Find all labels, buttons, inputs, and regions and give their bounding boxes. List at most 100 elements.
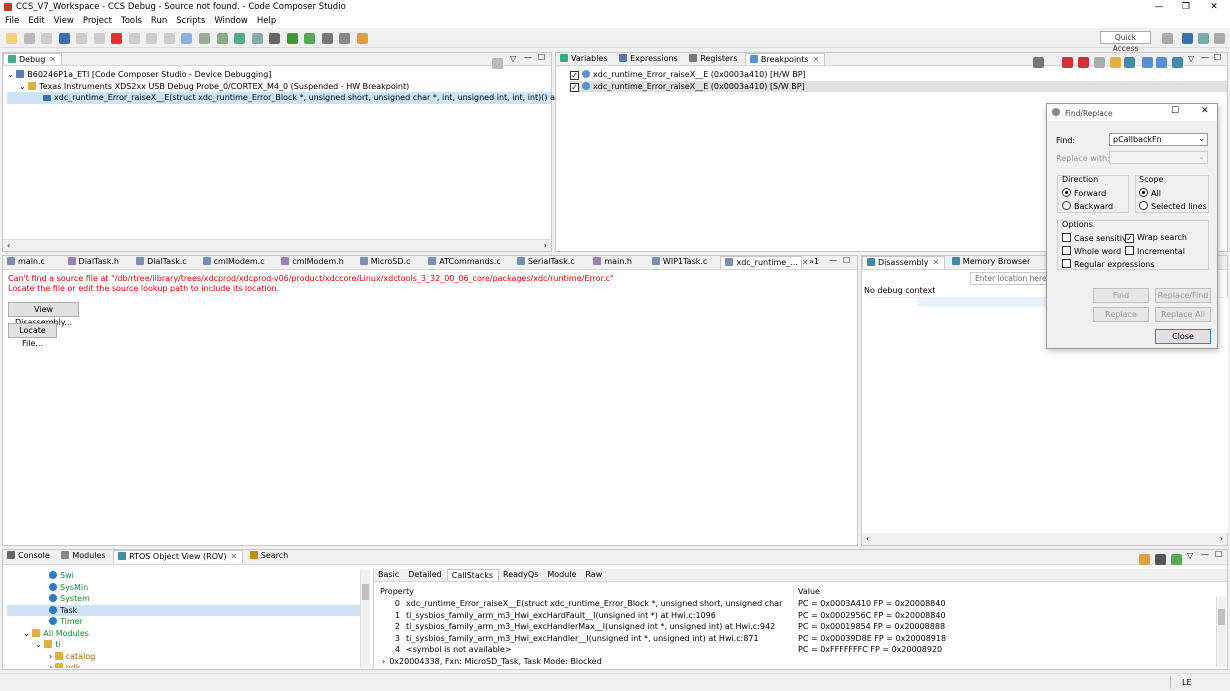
tab-search[interactable]: Search <box>246 550 293 563</box>
suspend-icon[interactable] <box>93 33 105 44</box>
minimize-view-icon[interactable]: — <box>829 256 837 265</box>
scope-all-radio[interactable]: All <box>1139 188 1161 198</box>
replace-input[interactable]: ⌄ <box>1109 151 1208 164</box>
connect-icon[interactable] <box>181 33 193 44</box>
view-menu-icon[interactable]: ▽ <box>1188 54 1194 63</box>
perspective-debug-icon[interactable] <box>1182 33 1193 44</box>
view-menu-icon[interactable]: ▽ <box>1187 551 1193 560</box>
step-over-icon[interactable] <box>146 33 158 44</box>
find-button[interactable]: Find <box>1093 288 1149 303</box>
chevron-right-icon[interactable]: › <box>49 663 55 668</box>
wrap-search-checkbox[interactable]: ✓ Wrap search <box>1125 233 1187 243</box>
save-all-icon[interactable] <box>41 33 53 44</box>
chevron-down-icon[interactable]: ⌄ <box>1198 134 1205 143</box>
forward-radio[interactable]: Forward <box>1062 188 1106 198</box>
view-disassembly-button[interactable]: View Disassembly... <box>8 302 79 327</box>
breakpoint-row[interactable]: ✓ xdc_runtime_Error_raiseX__E (0x0003a410… <box>570 80 1227 92</box>
go-to-file-icon[interactable] <box>1124 57 1135 68</box>
tab-cmlmodem-h[interactable]: cmlModem.h <box>277 256 353 269</box>
minimize-button[interactable]: — <box>1145 0 1173 14</box>
tab-console[interactable]: Console <box>3 550 55 563</box>
tab-variables[interactable]: Variables <box>556 53 613 65</box>
minimize-view-icon[interactable]: — <box>524 53 532 62</box>
close-icon[interactable]: ✕ <box>49 55 56 64</box>
tab-disassembly[interactable]: Disassembly ✕ <box>862 256 946 269</box>
chevron-down-icon[interactable]: ⌄ <box>7 70 16 79</box>
link-icon[interactable] <box>1110 57 1121 68</box>
tool-icon[interactable] <box>269 33 281 44</box>
close-icon[interactable]: ✕ <box>230 552 237 561</box>
memory-icon[interactable] <box>251 33 263 44</box>
tree-item-timer[interactable]: Timer <box>7 616 361 628</box>
resume-icon[interactable] <box>76 33 88 44</box>
tree-item-task[interactable]: Task <box>7 604 361 616</box>
skip-bp-icon[interactable] <box>1094 57 1105 68</box>
tab-dialtask-h[interactable]: DialTask.h <box>64 256 130 269</box>
maximize-view-icon[interactable]: ☐ <box>538 53 545 62</box>
tab-raw[interactable]: Raw <box>581 569 607 581</box>
tree-item-sysmin[interactable]: SysMin <box>7 582 361 594</box>
dialog-close-button[interactable]: ✕ <box>1201 106 1209 116</box>
pencil-icon[interactable] <box>356 33 368 44</box>
tab-cmlmodem-c[interactable]: cmlModem.c <box>199 256 275 269</box>
close-button[interactable]: Close <box>1155 329 1211 344</box>
perspective-open-icon[interactable] <box>1162 33 1173 44</box>
tree-item-ti[interactable]: ⌄ ti <box>7 639 361 651</box>
remove-all-bp-icon[interactable] <box>1078 57 1089 68</box>
collapse-icon[interactable] <box>1156 57 1167 68</box>
tab-overflow[interactable]: »1 <box>805 256 823 269</box>
tree-item-catalog[interactable]: › catalog <box>7 651 361 663</box>
menu-tools[interactable]: Tools <box>116 14 146 26</box>
menu-scripts[interactable]: Scripts <box>171 14 209 26</box>
breakpoint-icon[interactable] <box>234 33 246 44</box>
tab-main-h[interactable]: main.h <box>589 256 645 269</box>
minimize-view-icon[interactable]: — <box>1201 550 1209 559</box>
close-window-button[interactable]: ✕ <box>1200 0 1228 14</box>
rov-pause-icon[interactable] <box>1139 554 1150 565</box>
tree-item-swi[interactable]: Swi <box>7 570 361 582</box>
search-icon[interactable] <box>321 33 333 44</box>
reset-icon[interactable] <box>199 33 211 44</box>
remove-bp-icon[interactable] <box>1062 57 1073 68</box>
tab-wip1task-c[interactable]: WIP1Task.c <box>648 256 718 269</box>
link-with-icon[interactable] <box>1172 57 1183 68</box>
tab-detailed[interactable]: Detailed <box>404 569 447 581</box>
table-row[interactable]: 3 ti_sysbios_family_arm_m3_Hwi_excHandler… <box>380 633 1216 645</box>
tab-memory-browser[interactable]: Memory Browser <box>948 256 1036 269</box>
chevron-down-icon[interactable]: ⌄ <box>35 640 44 649</box>
maximize-view-icon[interactable]: ☐ <box>1215 550 1222 559</box>
disasm-h-scrollbar[interactable]: ‹ › <box>862 533 1227 545</box>
table-row[interactable]: 1 ti_sysbios_family_arm_m3_Hwi_excHardFau… <box>380 610 1216 622</box>
menu-file[interactable]: File <box>0 14 23 26</box>
tab-readyqs[interactable]: ReadyQs <box>499 569 543 581</box>
tree-item-all-modules[interactable]: ⌄ All Modules <box>7 628 361 640</box>
scope-selected-radio[interactable]: Selected lines <box>1139 201 1207 211</box>
view-menu-icon[interactable]: ▽ <box>510 54 516 63</box>
find-input[interactable]: pCallbackFn ⌄ <box>1109 133 1208 146</box>
dialog-maximize-button[interactable]: ☐ <box>1171 106 1179 116</box>
table-row[interactable]: 2 ti_sysbios_family_arm_m3_Hwi_excHandler… <box>380 621 1216 633</box>
rov-v-scrollbar[interactable] <box>1216 597 1226 667</box>
tree-item-probe[interactable]: ⌄ Texas Instruments XDS2xx USB Debug Pro… <box>7 81 551 93</box>
step-return-icon[interactable] <box>163 33 175 44</box>
menu-window[interactable]: Window <box>209 14 252 26</box>
tab-basic[interactable]: Basic <box>374 569 404 581</box>
debug-icon[interactable] <box>58 33 70 44</box>
tab-xdc-runtime[interactable]: xdc_runtime_... ✕ <box>720 256 809 269</box>
tree-item-session[interactable]: ⌄ B60246P1a_ETI [Code Composer Studio - … <box>7 69 551 81</box>
chevron-right-icon[interactable]: › <box>380 657 389 666</box>
task-row[interactable]: › 0x20004338, Fxn: MicroSD_Task, Task Mod… <box>380 656 1216 668</box>
minimize-view-icon[interactable]: — <box>1201 53 1209 62</box>
tab-expressions[interactable]: Expressions <box>615 53 683 65</box>
perspective-edit-icon[interactable] <box>1198 33 1209 44</box>
tree-v-scrollbar[interactable] <box>360 570 370 668</box>
tab-atcommands-c[interactable]: ATCommands.c <box>424 256 510 269</box>
column-header-property[interactable]: Property <box>380 586 794 598</box>
menu-project[interactable]: Project <box>78 14 116 26</box>
tab-main-c[interactable]: main.c <box>3 256 61 269</box>
save-icon[interactable] <box>23 33 35 44</box>
chevron-down-icon[interactable]: ⌄ <box>1198 152 1205 161</box>
incremental-checkbox[interactable]: Incremental <box>1125 246 1185 256</box>
chevron-down-icon[interactable]: ⌄ <box>19 82 28 91</box>
chevron-down-icon[interactable]: ⌄ <box>23 629 32 638</box>
